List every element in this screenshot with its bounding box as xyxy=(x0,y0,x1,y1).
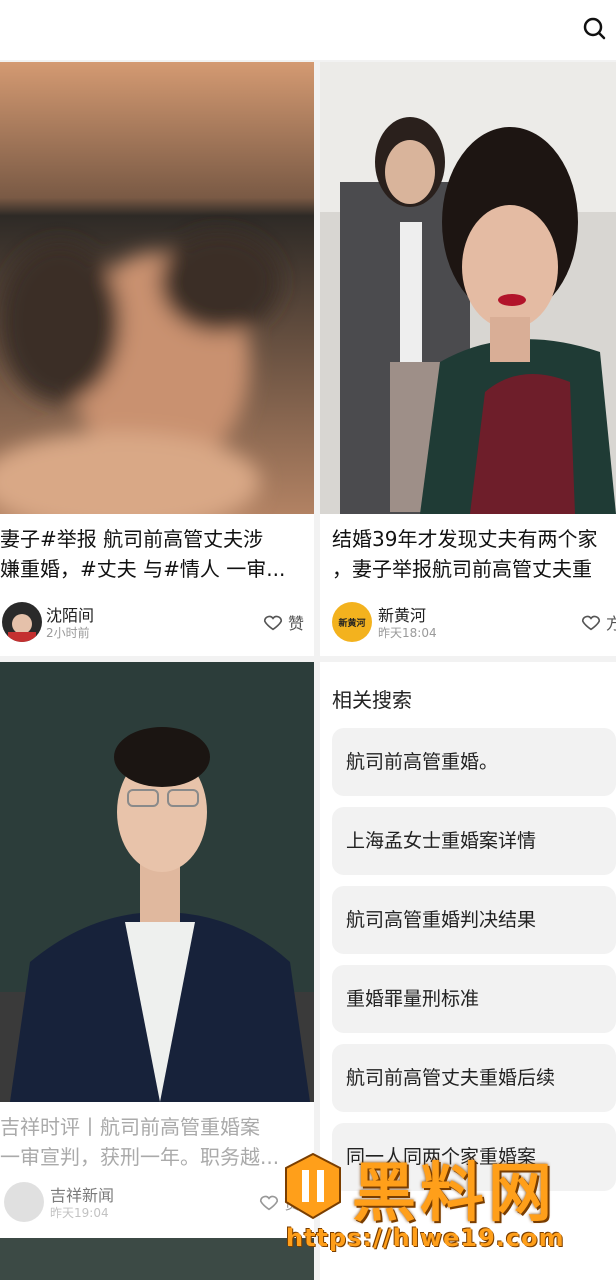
watermark: 黑料网 https://hlwe19.com xyxy=(282,1146,612,1264)
watermark-logo-icon xyxy=(285,1152,341,1220)
card-title-line1: 妻子#举报 航司前高管丈夫涉 xyxy=(0,527,264,551)
card-title-line2: 一审宣判，获刑一年。职务越... xyxy=(0,1145,280,1169)
post-time: 昨天19:04 xyxy=(50,1206,109,1220)
related-search-item[interactable]: 重婚罪量刑标准 xyxy=(332,965,616,1033)
search-icon[interactable] xyxy=(582,16,606,40)
card-meta: 吉祥新闻 昨天19:04 赞 xyxy=(4,1182,314,1226)
related-searches-title: 相关搜索 xyxy=(332,688,412,712)
card-title-line1: 结婚39年才发现丈夫有两个家 xyxy=(332,527,598,551)
heart-icon xyxy=(259,1195,279,1211)
watermark-text: 黑料网 xyxy=(352,1157,556,1231)
card-title[interactable]: 妻子#举报 航司前高管丈夫涉 嫌重婚，#丈夫 与#情人 一审... xyxy=(0,524,314,584)
avatar[interactable]: 新黄河 xyxy=(332,602,372,642)
avatar[interactable] xyxy=(4,1182,44,1222)
avatar-image xyxy=(8,614,36,642)
feed-card-1[interactable]: 妻子#举报 航司前高管丈夫涉 嫌重婚，#丈夫 与#情人 一审... 沈陌间 2小… xyxy=(0,62,314,656)
related-search-item[interactable]: 航司前高管丈夫重婚后续 xyxy=(332,1044,616,1112)
card-image xyxy=(320,62,616,514)
related-search-item[interactable]: 航司前高管重婚。 xyxy=(332,728,616,796)
related-search-item[interactable]: 上海孟女士重婚案详情 xyxy=(332,807,616,875)
top-bar xyxy=(0,0,616,60)
author-name[interactable]: 新黄河 xyxy=(378,602,426,626)
avatar-logo-text: 新黄河 xyxy=(338,618,366,629)
card-title-line1: 吉祥时评丨航司前高管重婚案 xyxy=(0,1115,260,1139)
author-name[interactable]: 吉祥新闻 xyxy=(50,1182,114,1206)
related-search-item[interactable]: 航司高管重婚判决结果 xyxy=(332,886,616,954)
card-meta: 沈陌间 2小时前 赞 xyxy=(0,602,314,646)
like-button[interactable]: 方 xyxy=(580,610,616,634)
post-time: 昨天18:04 xyxy=(378,626,437,640)
avatar[interactable] xyxy=(2,602,42,642)
card-title-line2: 嫌重婚，#丈夫 与#情人 一审... xyxy=(0,557,286,581)
next-card-preview xyxy=(0,1238,314,1280)
card-title[interactable]: 吉祥时评丨航司前高管重婚案 一审宣判，获刑一年。职务越... xyxy=(0,1112,314,1172)
feed-card-3[interactable]: 吉祥时评丨航司前高管重婚案 一审宣判，获刑一年。职务越... 吉祥新闻 昨天19… xyxy=(0,662,314,1238)
card-meta: 新黄河 新黄河 昨天18:04 方 xyxy=(332,602,616,646)
card-image xyxy=(0,662,314,1102)
card-title-line2: ，妻子举报航司前高管丈夫重 xyxy=(332,557,592,581)
watermark-url: https://hlwe19.com xyxy=(286,1224,565,1252)
post-time: 2小时前 xyxy=(46,626,90,640)
like-button[interactable]: 赞 xyxy=(262,610,304,634)
card-image xyxy=(0,62,314,514)
card-title[interactable]: 结婚39年才发现丈夫有两个家 ，妻子举报航司前高管丈夫重 xyxy=(332,524,616,584)
heart-icon xyxy=(581,615,601,631)
like-label: 方 xyxy=(605,614,616,633)
feed-card-2[interactable]: 结婚39年才发现丈夫有两个家 ，妻子举报航司前高管丈夫重 新黄河 新黄河 昨天1… xyxy=(320,62,616,656)
like-label: 赞 xyxy=(287,614,304,633)
author-name[interactable]: 沈陌间 xyxy=(46,602,94,626)
heart-icon xyxy=(263,615,283,631)
